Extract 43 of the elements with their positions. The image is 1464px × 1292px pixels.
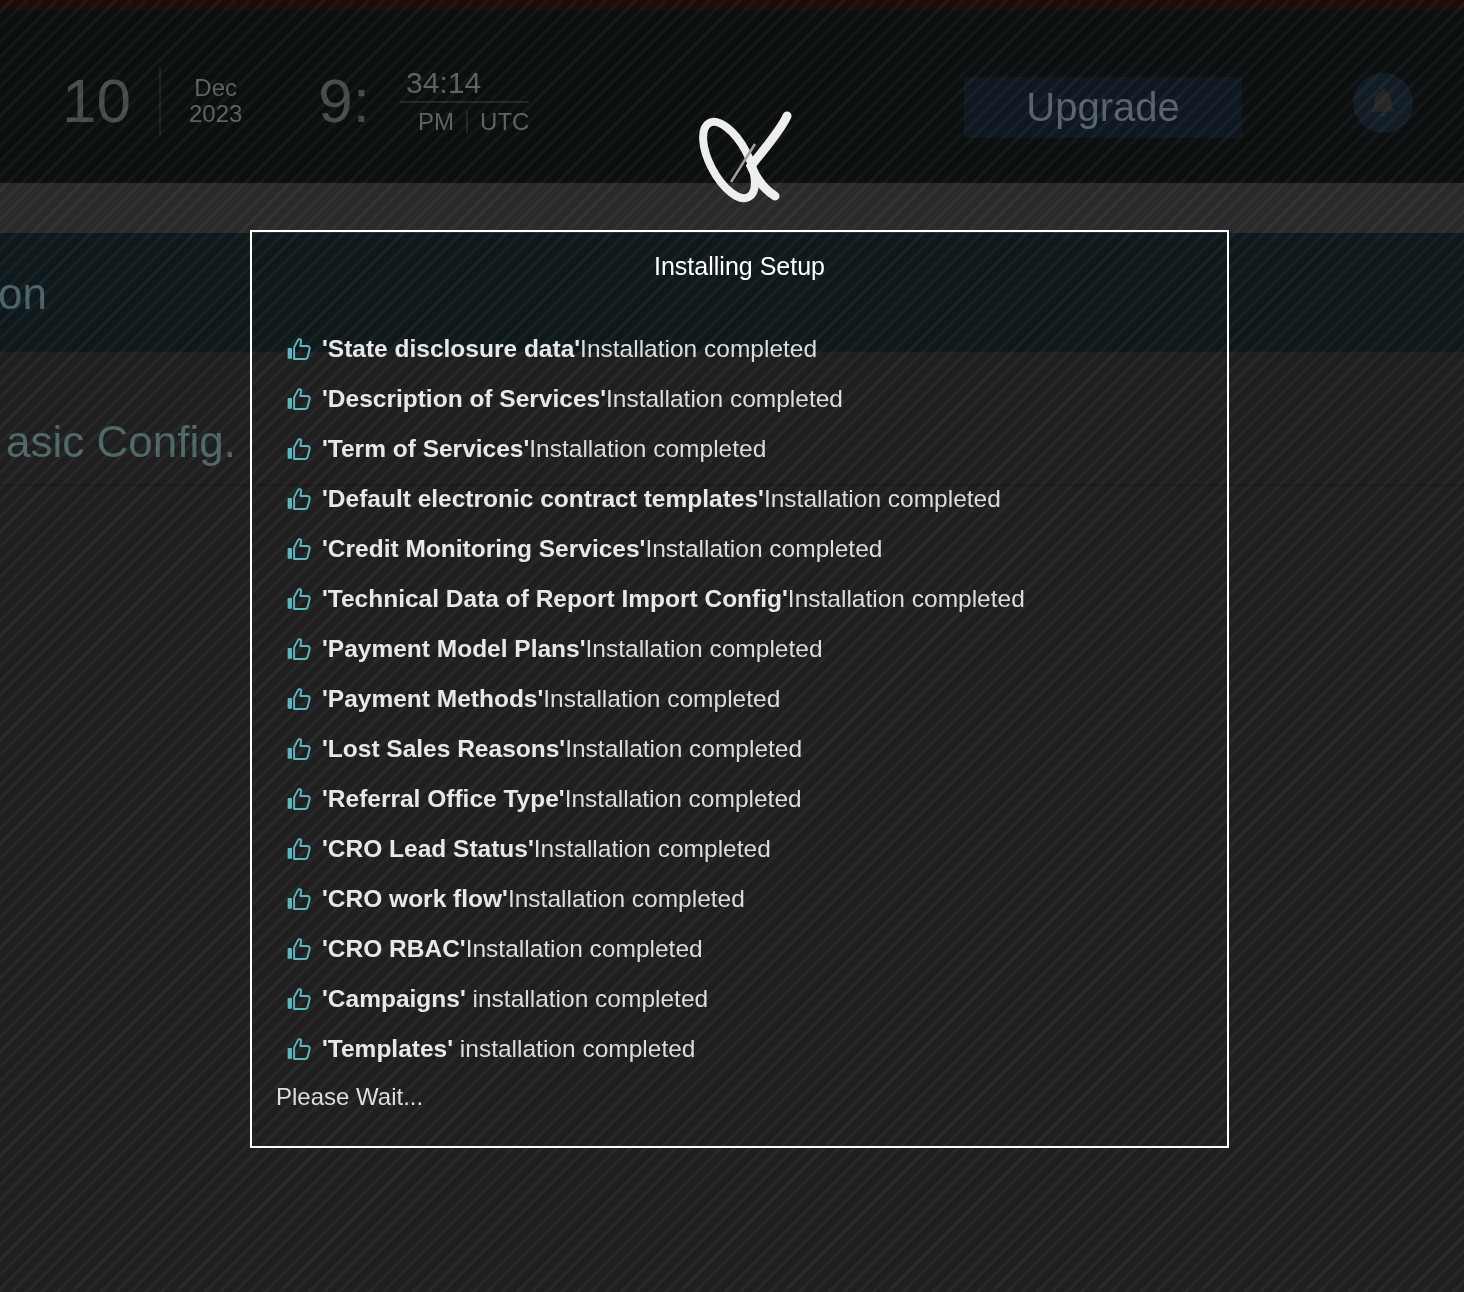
upgrade-button[interactable]: Upgrade [964,77,1242,138]
thumbs-up-icon [286,986,312,1012]
install-message: 'Templates' installation completed [322,1034,696,1064]
date-month: Dec [194,74,237,101]
time-hour: 9: [318,69,371,132]
thumbs-up-icon [286,536,312,562]
install-message: 'Referral Office Type'Installation completed [322,784,802,814]
time-meridiem: PM [418,108,455,135]
date-year: 2023 [188,100,243,127]
thumbs-up-icon [286,1036,312,1062]
thumbs-up-icon [286,386,312,412]
install-message: 'Lost Sales Reasons'Installation completed [322,734,803,764]
install-message: 'Description of Services'Installation completed [322,384,843,414]
date-day: 10 [62,69,131,132]
install-message: 'Credit Monitoring Services'Installation completed [322,534,883,564]
thumbs-up-icon [286,586,312,612]
install-message: 'Default electronic contract templates'Installation completed [322,484,1001,514]
thumbs-up-icon [286,886,312,912]
install-message: 'Payment Methods'Installation completed [322,684,781,714]
thumbs-up-icon [286,836,312,862]
thumbs-up-icon [286,436,312,462]
time-zone: UTC [480,108,530,135]
banner-title: on [0,268,47,319]
thumbs-up-icon [286,636,312,662]
thumbs-up-icon [286,786,312,812]
thumbs-up-icon [286,686,312,712]
notifications-button[interactable] [1353,72,1413,133]
thumbs-up-icon [286,736,312,762]
section-title: asic Config. [6,416,236,468]
install-message: 'Term of Services'Installation completed [322,434,767,464]
thumbs-up-icon [286,936,312,962]
thumbs-up-icon [286,336,312,362]
install-message: 'CRO RBAC'Installation completed [322,934,703,964]
dialog-title: Installing Setup [654,251,825,282]
install-message: 'Payment Model Plans'Installation completed [322,634,823,664]
install-message: 'CRO Lead Status'Installation completed [322,834,771,864]
install-message: 'Technical Data of Report Import Config'Installation completed [322,584,1025,614]
status-text: Please Wait... [276,1082,424,1112]
install-message: 'CRO work flow'Installation completed [322,884,745,914]
install-message: 'Campaigns' installation completed [322,984,709,1014]
thumbs-up-icon [286,486,312,512]
install-message: 'State disclosure data'Installation completed [322,334,818,364]
time-minutes: 34:14 [400,66,530,103]
